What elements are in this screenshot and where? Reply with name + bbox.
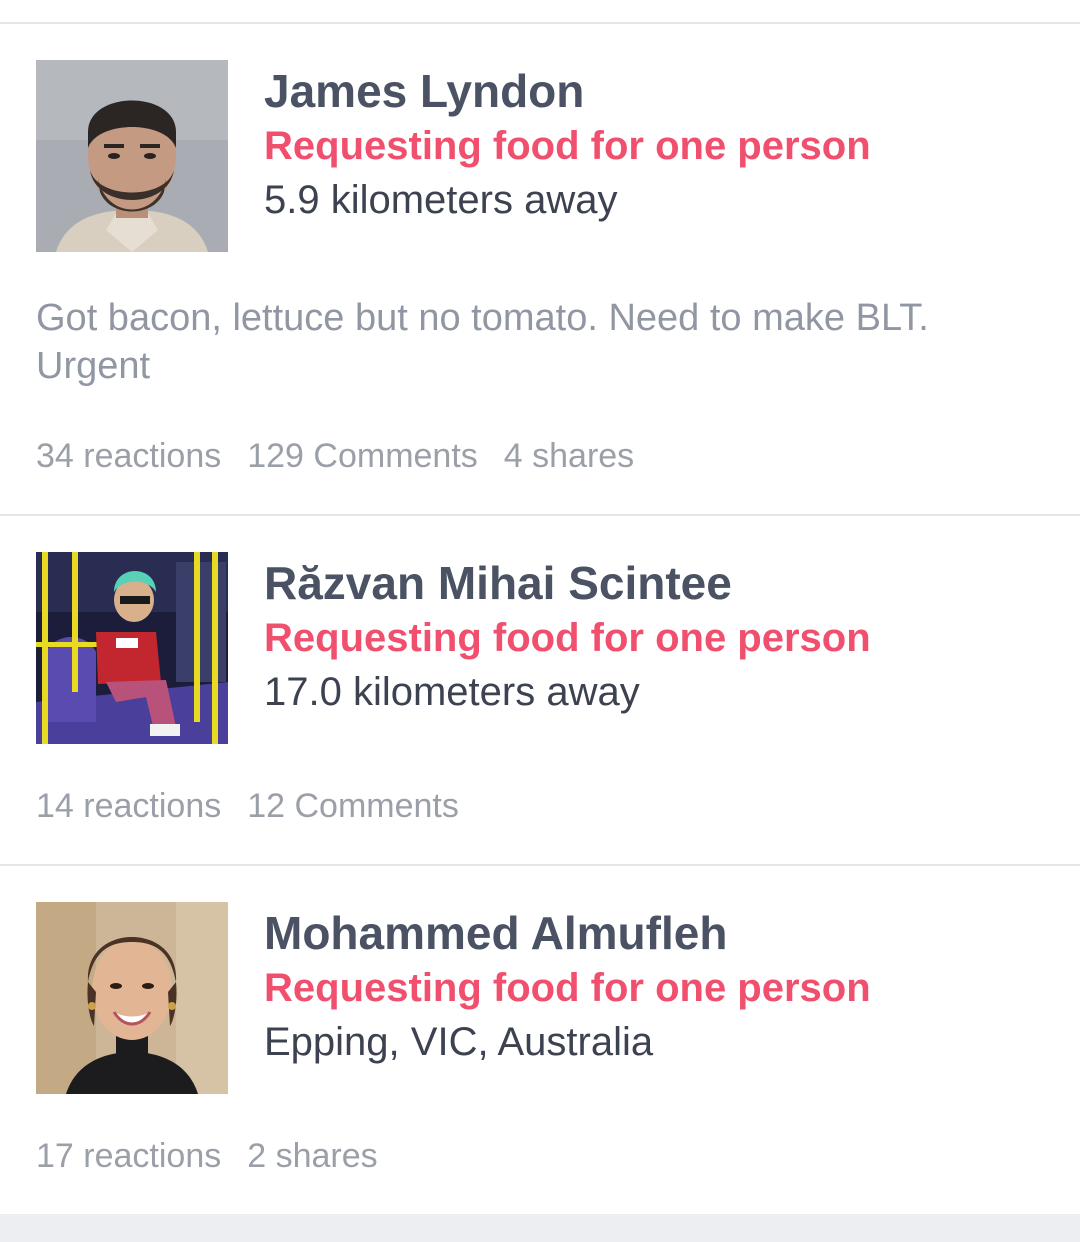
post-card[interactable]: Mohammed Almufleh Requesting food for on… [0, 0, 1080, 1214]
poster-name[interactable]: Mohammed Almufleh [264, 906, 727, 960]
location-text: Epping, VIC, Australia [264, 1020, 654, 1064]
post-stats: 17 reactions 2 shares [36, 1137, 378, 1176]
food-request-feed: James Lyndon Requesting food for one per… [0, 0, 1080, 1242]
avatar[interactable] [36, 902, 228, 1094]
request-label: Requesting food for one person [264, 966, 871, 1010]
reactions-count[interactable]: 17 reactions [36, 1137, 221, 1176]
feed-bottom-spacer [0, 1214, 1080, 1242]
shares-count[interactable]: 2 shares [247, 1137, 377, 1176]
